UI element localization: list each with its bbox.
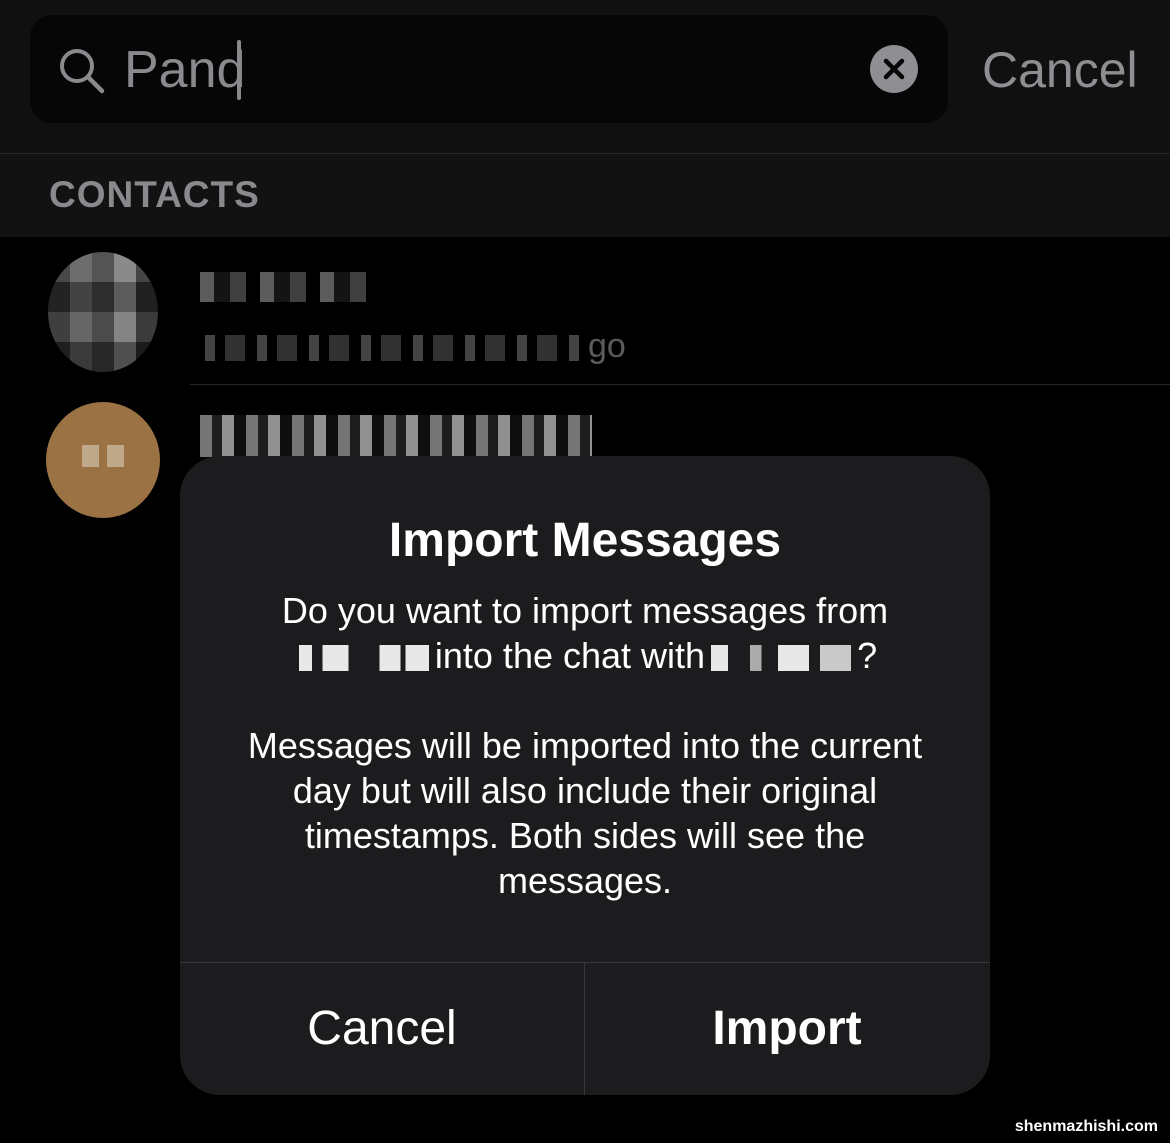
alert-message-body: Messages will be imported into the curre… <box>247 725 923 901</box>
alert-message-part2: into the chat with <box>434 635 706 676</box>
row-divider <box>190 384 1170 385</box>
search-icon <box>60 49 105 94</box>
alert-import-button[interactable]: Import <box>585 963 989 1095</box>
alert-title: Import Messages <box>388 514 782 567</box>
avatar-initials <box>82 445 124 467</box>
search-input[interactable]: Pand <box>124 38 245 102</box>
search-cancel-button[interactable]: Cancel <box>982 38 1138 102</box>
redacted-contact-name <box>200 272 370 302</box>
redacted-contact-name <box>200 415 592 457</box>
redacted-source-name <box>298 645 429 672</box>
alert-message-part1: Do you want to import messages from <box>281 590 889 631</box>
contact-subtitle-tail: go <box>588 327 626 365</box>
redacted-contact-subtitle <box>205 335 585 361</box>
avatar <box>48 252 158 372</box>
search-header: Pand Cancel <box>0 0 1170 153</box>
alert-message: Do you want to import messages from into… <box>220 588 950 903</box>
watermark: shenmazhishi.com <box>1014 1118 1158 1135</box>
text-caret <box>237 40 241 100</box>
alert-cancel-button[interactable]: Cancel <box>180 963 584 1095</box>
redacted-contact-name <box>711 645 852 672</box>
clear-icon[interactable] <box>870 45 918 93</box>
alert-message-part3: ? <box>857 635 878 676</box>
section-title: CONTACTS <box>49 174 260 215</box>
import-messages-alert: Import Messages Do you want to import me… <box>180 456 990 1095</box>
